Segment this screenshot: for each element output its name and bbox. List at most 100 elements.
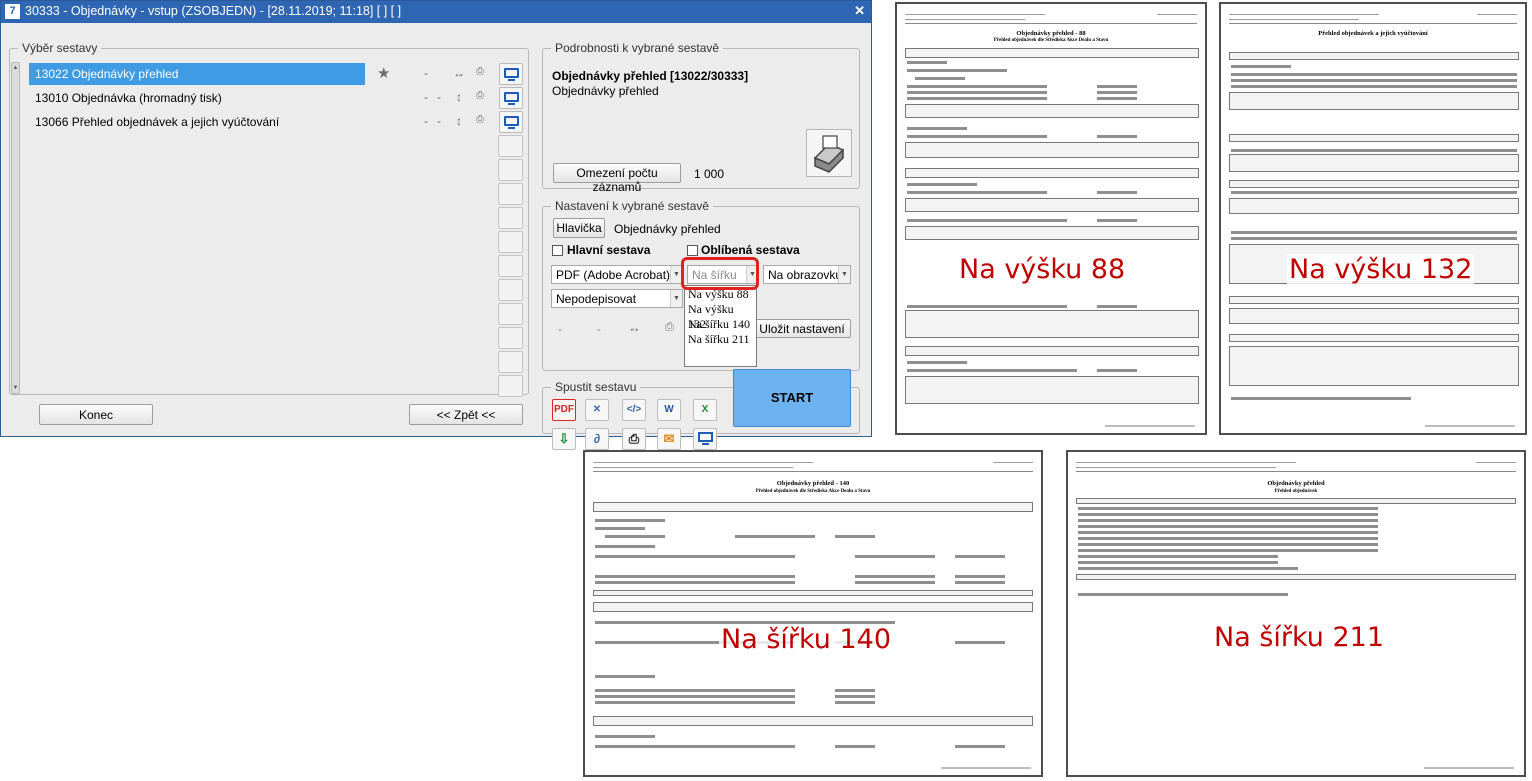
screen-output-button[interactable] [499, 111, 523, 133]
portrait-orientation-icon: ↕ [456, 90, 462, 104]
excel-icon[interactable]: X [693, 399, 717, 421]
close-button[interactable]: ✕ [854, 3, 865, 19]
app-icon: 7 [5, 4, 20, 19]
report-item-label[interactable]: 13066 Přehled objednávek a jejich vyúčto… [29, 111, 365, 133]
preview-label: Na výšku 88 [957, 254, 1128, 285]
report-description: Objednávky přehled [552, 84, 659, 98]
empty-slot-button[interactable] [498, 183, 523, 205]
preview-landscape-211: Objednávky přehled Přehled objednávek Na… [1066, 450, 1526, 777]
orientation-dropdown-list[interactable]: Na výšku 88 Na výšku 132 Na šířku 140 Na… [684, 285, 757, 367]
empty-slot-button[interactable] [498, 375, 523, 397]
word-icon[interactable]: W [657, 399, 681, 421]
portrait-orientation-icon: ↕ [456, 114, 462, 128]
screen-output-button[interactable] [499, 63, 523, 85]
preview-label: Na šířku 211 [1212, 622, 1387, 653]
preview-title: Objednávky přehled [1267, 480, 1325, 487]
dash-icon: - [597, 322, 601, 336]
pdf-file-icon: ⎙ [665, 321, 674, 333]
code-icon[interactable]: </> [622, 399, 646, 421]
preview-subtitle: Přehled objednávek [1274, 489, 1318, 494]
preview-title: Přehled objednávek a jejich vyúčtování [1318, 30, 1428, 37]
main-report-checkbox[interactable] [552, 245, 563, 256]
landscape-orientation-icon: ↔ [628, 320, 641, 335]
attachment-icon[interactable]: ∂ [585, 428, 609, 450]
favorite-report-label: Oblíbená sestava [701, 243, 800, 257]
screen-output-button[interactable] [499, 87, 523, 109]
preview-subtitle: Přehled objednávek dle Střediska Akce De… [993, 38, 1109, 43]
favorite-star-icon[interactable]: ★ [377, 64, 390, 82]
empty-slot-button[interactable] [498, 159, 523, 181]
email-icon[interactable]: ✉ [657, 428, 681, 450]
header-button[interactable]: Hlavička [553, 218, 605, 238]
dash-icon: - [558, 322, 562, 336]
screen-icon[interactable] [693, 428, 717, 450]
preview-subtitle: Přehled objednávek dle Střediska Akce De… [755, 489, 871, 494]
format-select[interactable]: PDF (Adobe Acrobat) ▼ [551, 265, 683, 284]
record-limit-button[interactable]: Omezení počtu záznamů [553, 163, 681, 194]
orientation-highlight-box [681, 257, 759, 290]
end-button[interactable]: Konec [39, 404, 153, 425]
empty-slot-button[interactable] [498, 327, 523, 349]
favorite-report-checkbox[interactable] [687, 245, 698, 256]
pdf-file-icon: ⎙ [476, 114, 484, 125]
main-report-label: Hlavní sestava [567, 243, 651, 257]
empty-slot-button[interactable] [498, 255, 523, 277]
format-select-value: PDF (Adobe Acrobat) [556, 268, 671, 282]
dash-icon: - [437, 114, 441, 128]
signature-select[interactable]: Nepodepisovat ▼ [551, 289, 683, 308]
dash-icon: - [437, 90, 441, 104]
header-value: Objednávky přehled [614, 222, 721, 236]
dash-icon: - [424, 114, 428, 128]
empty-slot-button[interactable] [498, 231, 523, 253]
landscape-orientation-icon: ↔ [453, 66, 465, 80]
preview-label: Na šířku 140 [719, 624, 894, 655]
chevron-down-icon[interactable]: ▼ [670, 290, 682, 307]
preview-title: Objednávky přehled - 88 [1016, 30, 1086, 37]
start-button[interactable]: START [733, 369, 851, 427]
report-dialog-window: 7 30333 - Objednávky - vstup (ZSOBJEDN) … [0, 0, 872, 450]
download-icon[interactable]: ⇩ [552, 428, 576, 450]
empty-slot-button[interactable] [498, 135, 523, 157]
empty-slot-button[interactable] [498, 207, 523, 229]
window-title: 30333 - Objednávky - vstup (ZSOBJEDN) - … [25, 4, 402, 18]
orientation-option[interactable]: Na výšku 132 [688, 302, 753, 331]
scroll-up-icon[interactable]: ▲ [12, 63, 19, 73]
pdf-icon[interactable]: PDF [552, 399, 576, 421]
back-button[interactable]: << Zpět << [409, 404, 523, 425]
title-bar[interactable]: 7 30333 - Objednávky - vstup (ZSOBJEDN) … [1, 1, 871, 23]
report-details-legend: Podrobnosti k vybrané sestavě [555, 41, 720, 55]
dash-icon: - [424, 66, 428, 80]
signature-select-value: Nepodepisovat [556, 292, 637, 306]
scroll-down-icon[interactable]: ▼ [12, 383, 19, 393]
report-settings-legend: Nastavení k vybrané sestavě [555, 199, 710, 213]
preview-landscape-140: Objednávky přehled - 140 Přehled objedná… [583, 450, 1043, 777]
empty-slot-button[interactable] [498, 279, 523, 301]
dash-icon: - [424, 90, 428, 104]
record-limit-value: 1 000 [694, 167, 725, 181]
report-item-13066[interactable]: 13066 Přehled objednávek a jejich vyúčto… [29, 111, 524, 135]
run-report-legend: Spustit sestavu [555, 380, 637, 394]
report-item-label[interactable]: 13022 Objednávky přehled [29, 63, 365, 85]
report-selection-legend: Výběr sestavy [22, 41, 98, 55]
report-item-13010[interactable]: 13010 Objednávka (hromadný tisk) - - ↕ ⎙ [29, 87, 524, 111]
output-target-value: Na obrazovku [768, 268, 843, 282]
output-target-select[interactable]: Na obrazovku ▼ [763, 265, 851, 284]
orientation-option[interactable]: Na šířku 140 [688, 317, 753, 332]
report-list: 13022 Objednávky přehled ★ - ↔ ⎙ 13010 O… [29, 63, 524, 135]
report-item-label[interactable]: 13010 Objednávka (hromadný tisk) [29, 87, 365, 109]
report-title: Objednávky přehled [13022/30333] [552, 69, 749, 83]
preview-portrait-132: Přehled objednávek a jejich vyúčtování N… [1219, 2, 1527, 435]
pdf-file-icon: ⎙ [476, 66, 484, 77]
report-list-scrollbar[interactable]: ▲ ▼ [11, 62, 20, 394]
empty-slot-button[interactable] [498, 351, 523, 373]
print-icon[interactable]: ⎙ [622, 428, 646, 450]
empty-slot-button[interactable] [498, 303, 523, 325]
preview-title: Objednávky přehled - 140 [776, 480, 850, 487]
save-settings-button[interactable]: Uložit nastavení [753, 319, 851, 338]
report-item-13022[interactable]: 13022 Objednávky přehled ★ - ↔ ⎙ [29, 63, 524, 87]
orientation-option[interactable]: Na šířku 211 [688, 332, 753, 347]
preview-label: Na výšku 132 [1287, 254, 1475, 285]
scheduler-icon[interactable]: ✕ [585, 399, 609, 421]
chevron-down-icon[interactable]: ▼ [838, 266, 850, 283]
printer-settings-icon[interactable] [806, 129, 852, 177]
